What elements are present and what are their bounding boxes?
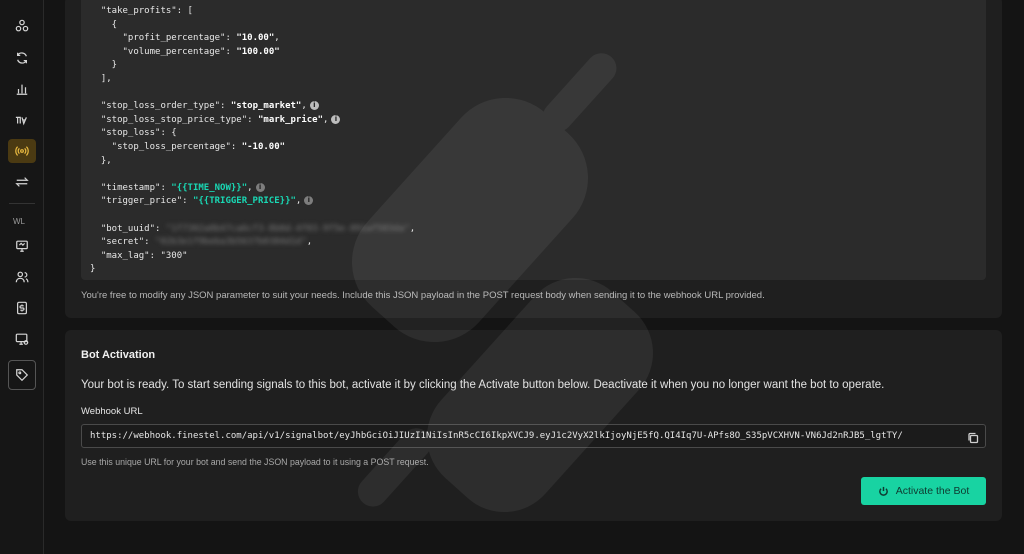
webhook-url-note: Use this unique URL for your bot and sen… bbox=[81, 457, 429, 467]
code-value: "-10.00" bbox=[241, 141, 286, 152]
code-line: ], bbox=[90, 73, 112, 84]
users-icon bbox=[15, 271, 29, 283]
code-template-var: "{{TIME_NOW}}" bbox=[171, 182, 248, 193]
code-value: "10.00" bbox=[236, 33, 275, 44]
sidebar-item-nodes[interactable] bbox=[8, 14, 36, 38]
code-line: } bbox=[90, 60, 118, 71]
code-line: "timestamp": bbox=[90, 182, 172, 193]
code-line: "trigger_price": bbox=[90, 196, 193, 207]
refresh-icon bbox=[17, 52, 27, 64]
main-content: "take_profits": [ { "profit_percentage":… bbox=[44, 0, 1024, 554]
bar-chart-icon bbox=[16, 84, 28, 95]
power-icon bbox=[878, 486, 888, 496]
sidebar-item-screen-settings[interactable] bbox=[8, 327, 36, 351]
sidebar-item-users[interactable] bbox=[8, 265, 36, 289]
info-icon[interactable]: i bbox=[304, 196, 314, 206]
json-code: "take_profits": [ { "profit_percentage":… bbox=[90, 5, 415, 277]
json-code-block[interactable]: "take_profits": [ { "profit_percentage":… bbox=[81, 0, 986, 280]
code-line: "secret": bbox=[90, 237, 156, 248]
code-line: "take_profits": [ bbox=[90, 6, 193, 16]
bot-uuid-value: "1f7302a0b47ca6cf3-8b0d-4f03-9f5e-891af5… bbox=[165, 223, 410, 234]
sidebar-item-charts[interactable] bbox=[8, 77, 36, 101]
code-value: "300" bbox=[160, 250, 188, 261]
bot-activation-card: Bot Activation Your bot is ready. To sta… bbox=[65, 330, 1002, 521]
sidebar-section-label: WL bbox=[13, 217, 25, 226]
sidebar-item-tradingview[interactable] bbox=[8, 108, 36, 132]
tradingview-icon bbox=[15, 116, 27, 126]
code-value: "mark_price" bbox=[257, 114, 324, 125]
screen-settings-icon bbox=[15, 333, 29, 345]
sidebar-item-swap[interactable] bbox=[8, 170, 36, 194]
info-icon[interactable]: i bbox=[309, 101, 319, 111]
code-punct: , bbox=[323, 114, 329, 125]
copy-icon bbox=[968, 432, 979, 444]
copy-button[interactable] bbox=[967, 431, 979, 444]
info-icon[interactable]: i bbox=[331, 114, 341, 124]
json-payload-note: You're free to modify any JSON parameter… bbox=[81, 290, 765, 301]
code-line: "stop_loss_order_type": bbox=[90, 101, 231, 112]
nodes-icon bbox=[15, 19, 29, 32]
code-punct: , bbox=[409, 223, 416, 234]
webhook-url-value[interactable]: https://webhook.finestel.com/api/v1/sign… bbox=[90, 431, 950, 441]
code-punct: , bbox=[306, 237, 313, 248]
code-line: "stop_loss_stop_price_type": bbox=[90, 114, 258, 125]
code-value: "stop_market" bbox=[230, 101, 302, 112]
sidebar-divider bbox=[9, 203, 35, 204]
signal-bot-icon bbox=[15, 146, 29, 156]
code-punct: , bbox=[295, 196, 302, 207]
secret-value: "02b3e1f9beba3b5637b0384d1d" bbox=[155, 237, 307, 248]
swap-icon bbox=[15, 177, 29, 187]
code-line: "volume_percentage": bbox=[90, 46, 237, 57]
sidebar-item-monitor[interactable] bbox=[8, 234, 36, 258]
info-icon[interactable]: i bbox=[255, 182, 265, 192]
code-line: { bbox=[90, 19, 118, 30]
code-punct: , bbox=[301, 101, 307, 112]
dollar-icon bbox=[17, 301, 27, 315]
monitor-icon bbox=[16, 240, 28, 252]
code-line: "stop_loss_percentage": bbox=[90, 141, 242, 152]
code-line: "stop_loss": { bbox=[90, 128, 177, 139]
code-line: "max_lag": bbox=[90, 250, 161, 261]
json-payload-card: "take_profits": [ { "profit_percentage":… bbox=[65, 0, 1002, 318]
activate-bot-button[interactable]: Activate the Bot bbox=[861, 477, 986, 505]
code-punct: , bbox=[274, 33, 280, 44]
code-line: "bot_uuid": bbox=[90, 223, 166, 234]
app-window: WL "take_profits": [ { "profit_percentag… bbox=[0, 0, 1024, 554]
section-title: Bot Activation bbox=[81, 349, 156, 361]
code-line: }, bbox=[90, 155, 112, 166]
activate-bot-label: Activate the Bot bbox=[895, 485, 970, 497]
webhook-url-label: Webhook URL bbox=[81, 406, 143, 417]
code-template-var: "{{TRIGGER_PRICE}}" bbox=[192, 196, 296, 207]
code-line: "profit_percentage": bbox=[90, 33, 237, 44]
sidebar-item-refresh[interactable] bbox=[8, 46, 36, 70]
code-line: } bbox=[90, 264, 96, 275]
tag-icon bbox=[16, 369, 29, 382]
webhook-url-field[interactable]: https://webhook.finestel.com/api/v1/sign… bbox=[81, 424, 986, 448]
code-value: "100.00" bbox=[236, 46, 280, 57]
activation-description: Your bot is ready. To start sending sign… bbox=[81, 379, 885, 391]
code-punct: , bbox=[247, 182, 253, 193]
sidebar-item-billing[interactable] bbox=[8, 296, 36, 320]
sidebar-item-signal-bot[interactable] bbox=[8, 139, 36, 163]
sidebar-item-tags[interactable] bbox=[8, 360, 36, 390]
sidebar: WL bbox=[0, 0, 44, 554]
